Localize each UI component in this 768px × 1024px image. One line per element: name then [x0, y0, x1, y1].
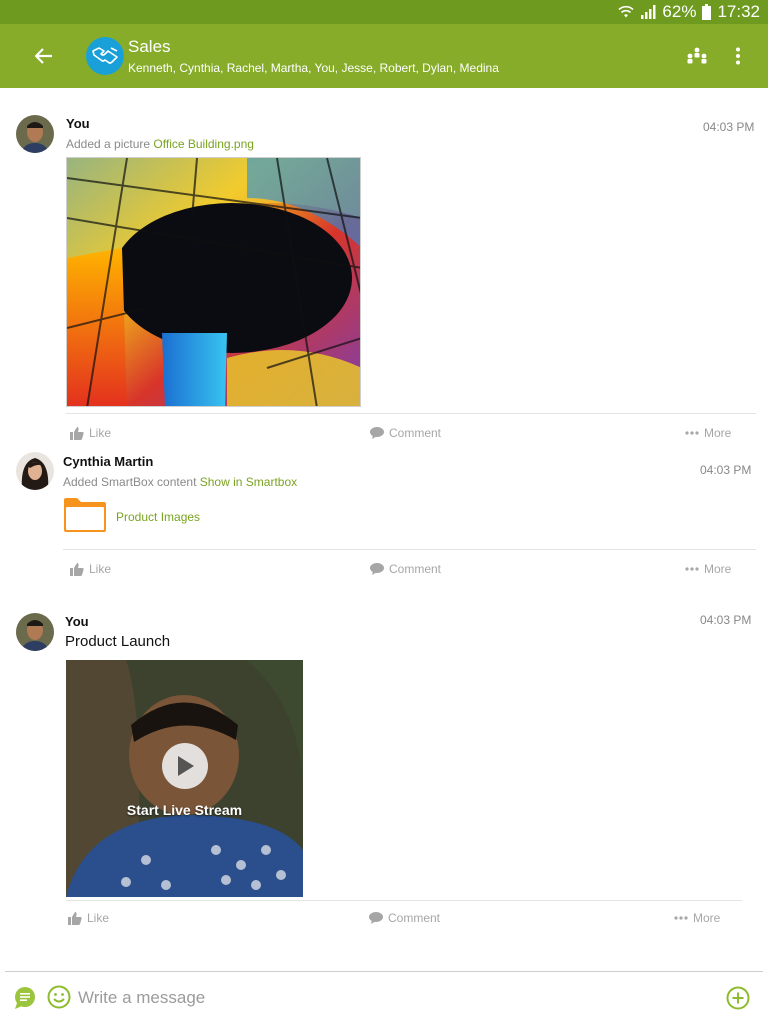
- post-divider: [66, 900, 742, 901]
- more-button[interactable]: More: [685, 562, 731, 576]
- author-avatar[interactable]: [16, 115, 54, 153]
- comment-button[interactable]: Comment: [370, 426, 441, 440]
- clock: 17:32: [717, 2, 760, 21]
- battery-icon: [702, 4, 712, 20]
- thumbs-up-icon: [70, 562, 84, 576]
- like-button[interactable]: Like: [68, 911, 109, 925]
- more-horizontal-icon: [674, 916, 688, 920]
- folder-name[interactable]: Product Images: [116, 510, 200, 524]
- thumbs-up-icon: [70, 426, 84, 440]
- comment-label: Comment: [388, 911, 441, 925]
- post-time: 04:03 PM: [700, 613, 752, 627]
- like-label: Like: [87, 911, 110, 925]
- comment-label: Comment: [389, 562, 442, 576]
- post-author[interactable]: You: [66, 116, 90, 131]
- more-label: More: [704, 562, 732, 576]
- activity-text: Added SmartBox content: [63, 475, 200, 489]
- post-author[interactable]: You: [65, 614, 89, 629]
- more-label: More: [693, 911, 721, 925]
- play-icon: [178, 756, 194, 776]
- post-activity: Added SmartBox content Show in Smartbox: [63, 475, 297, 489]
- back-button[interactable]: [28, 40, 60, 72]
- status-bar: 62% 17:32: [0, 0, 768, 24]
- signal-icon: [641, 5, 656, 19]
- attached-picture[interactable]: [66, 157, 361, 407]
- like-label: Like: [89, 562, 112, 576]
- group-members-button[interactable]: [683, 44, 711, 68]
- play-button[interactable]: [162, 743, 208, 789]
- more-horizontal-icon: [685, 431, 699, 435]
- message-input[interactable]: [78, 984, 678, 1012]
- battery-percent: 62%: [662, 2, 697, 21]
- post-divider: [66, 413, 756, 414]
- author-avatar[interactable]: [16, 613, 54, 651]
- emoji-button[interactable]: [47, 985, 71, 1009]
- start-live-stream-label[interactable]: Start Live Stream: [66, 802, 303, 818]
- back-arrow-icon: [35, 48, 52, 64]
- more-horizontal-icon: [685, 567, 699, 571]
- post-time: 04:03 PM: [700, 463, 752, 477]
- comment-label: Comment: [389, 426, 442, 440]
- post-author[interactable]: Cynthia Martin: [63, 454, 153, 469]
- more-button[interactable]: More: [674, 911, 720, 925]
- post-divider: [63, 549, 756, 550]
- activity-text: Added a picture: [66, 137, 154, 151]
- like-label: Like: [89, 426, 112, 440]
- comment-button[interactable]: Comment: [369, 911, 440, 925]
- like-button[interactable]: Like: [70, 562, 111, 576]
- thumbs-up-icon: [68, 911, 82, 925]
- comment-icon: [370, 563, 384, 575]
- group-members-icon: [687, 47, 707, 64]
- attachment-link[interactable]: Office Building.png: [153, 137, 254, 151]
- plus-circle-icon: [726, 986, 750, 1010]
- more-button[interactable]: More: [685, 426, 731, 440]
- post-activity: Added a picture Office Building.png: [66, 137, 254, 151]
- add-attachment-button[interactable]: [726, 986, 750, 1010]
- overflow-menu-button[interactable]: [728, 44, 748, 68]
- comment-icon: [370, 427, 384, 439]
- handshake-icon: [92, 47, 118, 64]
- app-bar: Sales Kenneth, Cynthia, Rachel, Martha, …: [0, 24, 768, 88]
- more-label: More: [704, 426, 732, 440]
- chat-bubble-icon[interactable]: [14, 986, 38, 1010]
- group-avatar[interactable]: [86, 37, 124, 75]
- group-title[interactable]: Sales: [128, 37, 171, 57]
- wifi-icon: [618, 5, 634, 18]
- comment-button[interactable]: Comment: [370, 562, 441, 576]
- folder-icon[interactable]: [62, 497, 108, 533]
- author-avatar[interactable]: [16, 452, 54, 490]
- post-title: Product Launch: [65, 633, 171, 650]
- live-stream-video[interactable]: Start Live Stream: [66, 660, 303, 897]
- composer-divider: [5, 971, 763, 972]
- smiley-icon: [47, 985, 71, 1009]
- post-time: 04:03 PM: [703, 120, 755, 134]
- more-vertical-icon: [736, 47, 740, 65]
- smartbox-link[interactable]: Show in Smartbox: [200, 475, 297, 489]
- comment-icon: [369, 912, 383, 924]
- like-button[interactable]: Like: [70, 426, 111, 440]
- group-members-list[interactable]: Kenneth, Cynthia, Rachel, Martha, You, J…: [128, 61, 499, 75]
